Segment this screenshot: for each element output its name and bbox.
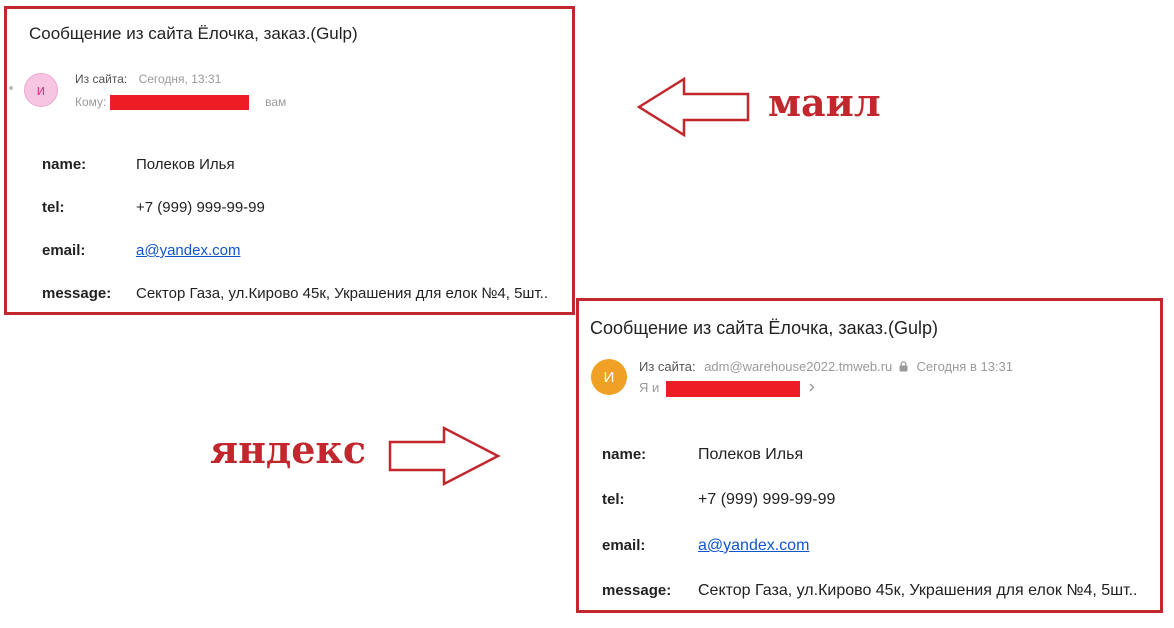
sender-email[interactable]: adm@warehouse2022.tmweb.ru [704, 359, 892, 374]
field-key: email: [42, 242, 86, 259]
field-key: email: [602, 537, 646, 554]
field-key: message: [42, 285, 112, 302]
from-label: Из сайта: [639, 359, 696, 374]
recipient-line: Кому: вам [75, 95, 287, 111]
field-key: tel: [602, 491, 625, 508]
redacted-recipient [665, 380, 800, 397]
mail-email-panel: Сообщение из сайта Ёлочка, заказ.(Gulp) … [4, 6, 575, 315]
sender-avatar[interactable]: и [24, 73, 58, 107]
yandex-email-panel: Сообщение из сайта Ёлочка, заказ.(Gulp) … [576, 298, 1163, 613]
field-value: +7 (999) 999-99-99 [136, 199, 265, 216]
sender-avatar[interactable]: И [591, 359, 627, 395]
email-subject: Сообщение из сайта Ёлочка, заказ.(Gulp) [29, 24, 358, 43]
email-link[interactable]: a@yandex.com [136, 242, 240, 259]
email-subject: Сообщение из сайта Ёлочка, заказ.(Gulp) [590, 318, 938, 338]
arrow-left-icon [636, 76, 750, 138]
field-value: Полеков Илья [698, 446, 804, 463]
to-label: Кому: [75, 95, 107, 109]
recipient-line[interactable]: Я и [639, 380, 815, 397]
field-key: message: [602, 582, 672, 599]
field-key: tel: [42, 199, 65, 216]
to-suffix: вам [265, 95, 287, 109]
from-label: Из сайта: [75, 72, 128, 86]
field-key: name: [42, 156, 87, 173]
chevron-right-icon[interactable] [809, 380, 815, 395]
sender-line: Из сайта: Сегодня, 13:31 [75, 72, 221, 86]
field-value: Сектор Газа, ул.Кирово 45к, Украшения дл… [698, 582, 1138, 599]
unread-dot [9, 86, 13, 90]
field-value: Полеков Илья [136, 156, 235, 173]
field-value: Сектор Газа, ул.Кирово 45к, Украшения дл… [136, 285, 549, 302]
to-label: Я и [639, 380, 660, 395]
lock-icon [899, 360, 908, 375]
field-key: name: [602, 446, 647, 463]
sender-line: Из сайта: adm@warehouse2022.tmweb.ru Сег… [639, 359, 1013, 375]
email-link[interactable]: a@yandex.com [698, 537, 809, 555]
redacted-recipient [109, 95, 249, 111]
field-value: +7 (999) 999-99-99 [698, 491, 836, 508]
arrow-right-icon [388, 425, 501, 487]
yandex-annotation-label: яндекс [210, 427, 366, 472]
email-time: Сегодня в 13:31 [916, 359, 1013, 374]
mail-annotation-label: маил [768, 80, 881, 125]
email-time: Сегодня, 13:31 [138, 72, 222, 86]
